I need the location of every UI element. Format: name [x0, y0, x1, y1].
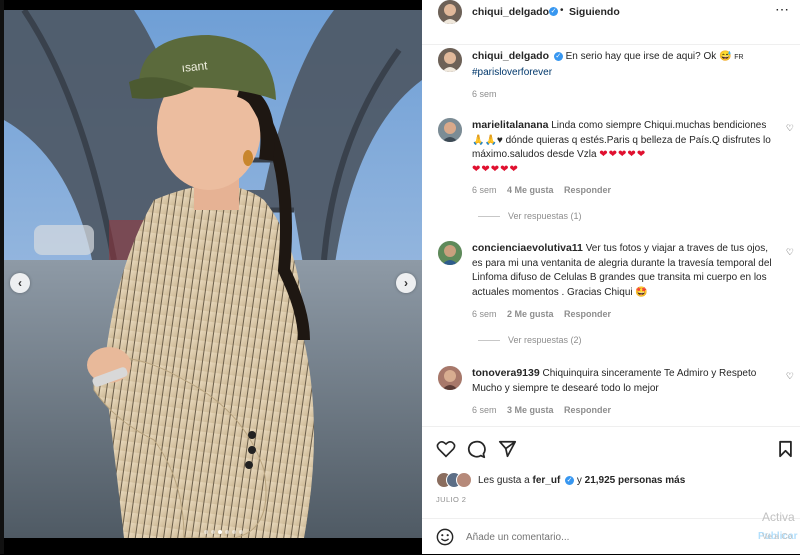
comment-3: tonovera9139 Chiquinquira sinceramente T…	[472, 366, 774, 396]
verified-badge-icon: ✓	[553, 51, 563, 61]
view-replies-2[interactable]: Ver respuestas (2)	[478, 335, 582, 345]
next-slide-button[interactable]: ›	[396, 273, 416, 293]
comment-time: 6 sem	[472, 309, 497, 319]
slide-dot	[204, 530, 208, 534]
comment-avatar[interactable]	[438, 241, 462, 265]
photo-illustration: ısant	[4, 10, 422, 538]
caption-flag: FR	[734, 54, 744, 61]
likes-joiner: y	[576, 474, 582, 486]
comment-1: marielitalanana Linda como siempre Chiqu…	[472, 118, 772, 177]
previous-slide-button[interactable]: ‹	[10, 273, 30, 293]
author-username[interactable]: chiqui_delgado	[472, 6, 549, 18]
slide-dot	[225, 530, 229, 534]
comment-input[interactable]	[466, 528, 706, 546]
post-photo: ısant ‹ ›	[4, 10, 422, 538]
view-replies-label: Ver respuestas (1)	[508, 211, 582, 221]
replies-line	[478, 215, 500, 217]
likes-user[interactable]: fer_uf	[533, 475, 561, 486]
caption-username[interactable]: chiqui_delgado	[472, 50, 549, 62]
slide-dot	[239, 530, 243, 534]
heart-icon[interactable]: ♡	[786, 371, 794, 382]
share-icon[interactable]	[498, 440, 517, 458]
hearts-inline: ❤❤❤❤❤	[599, 149, 647, 160]
reply-button[interactable]: Responder	[564, 405, 611, 415]
slide-dot-active	[218, 530, 222, 534]
likes-count[interactable]: 21,925 personas más	[585, 475, 686, 486]
more-icon[interactable]: ⋯	[775, 1, 790, 18]
hearts-line: ❤❤❤❤❤	[472, 163, 519, 175]
chevron-left-icon: ‹	[18, 276, 22, 290]
emoji-icon[interactable]	[436, 528, 454, 546]
save-icon[interactable]	[778, 440, 793, 458]
verified-badge-icon: ✓	[565, 475, 575, 485]
view-replies-1[interactable]: Ver respuestas (1)	[478, 211, 582, 221]
heart-icon[interactable]: ♡	[786, 247, 794, 258]
verified-badge-icon: ✓	[549, 7, 558, 16]
caption-time: 6 sem	[472, 89, 497, 99]
comment-username[interactable]: concienciaevolutiva11	[472, 242, 583, 254]
view-replies-label: Ver respuestas (2)	[508, 335, 582, 345]
activation-watermark-sub: Ve a Co	[762, 531, 793, 541]
comment-time: 6 sem	[472, 185, 497, 195]
comment-time: 6 sem	[472, 405, 497, 415]
svg-text:ısant: ısant	[181, 58, 209, 75]
liker-avatars	[436, 472, 472, 488]
comment-likes[interactable]: 2 Me gusta	[507, 309, 554, 319]
comment-username[interactable]: tonovera9139	[472, 367, 540, 379]
separator-dot: •	[560, 5, 564, 16]
comment-likes[interactable]: 4 Me gusta	[507, 185, 554, 195]
comment-likes[interactable]: 3 Me gusta	[507, 405, 554, 415]
comment-avatar[interactable]	[438, 118, 462, 142]
caption: chiqui_delgado ✓ En serio hay que irse d…	[472, 49, 772, 80]
follow-state-button[interactable]: Siguiendo	[569, 6, 620, 18]
slide-dot	[232, 530, 236, 534]
post-header: chiqui_delgado ✓ • Siguiendo ⋯	[422, 0, 800, 45]
replies-line	[478, 339, 500, 341]
chevron-right-icon: ›	[404, 276, 408, 290]
author-avatar[interactable]	[438, 0, 462, 24]
hashtag-link[interactable]: #parisloverforever	[472, 67, 552, 78]
heart-icon[interactable]: ♡	[786, 123, 794, 134]
caption-avatar[interactable]	[438, 48, 462, 72]
add-comment-bar: Publicar	[422, 518, 800, 555]
post-details-panel: chiqui_delgado ✓ • Siguiendo ⋯ chiqui_de…	[422, 0, 800, 554]
action-bar	[422, 426, 800, 467]
comment-username[interactable]: marielitalanana	[472, 119, 548, 131]
avatar	[456, 472, 472, 488]
reply-button[interactable]: Responder	[564, 309, 611, 319]
likes-prefix: Les gusta a	[478, 474, 530, 486]
comment-2: concienciaevolutiva11 Ver tus fotos y vi…	[472, 241, 774, 300]
likes-summary: Les gusta a fer_uf ✓ y 21,925 personas m…	[436, 472, 685, 488]
comment-avatar[interactable]	[438, 366, 462, 390]
activation-watermark: Activa	[762, 510, 795, 524]
slide-dot	[211, 530, 215, 534]
heart-icon[interactable]	[436, 440, 456, 458]
comment-icon[interactable]	[467, 440, 486, 459]
slide-indicator	[204, 530, 243, 534]
reply-button[interactable]: Responder	[564, 185, 611, 195]
caption-text: En serio hay que irse de aqui? Ok 😅	[565, 51, 732, 62]
post-date: JULIO 2	[436, 495, 467, 504]
